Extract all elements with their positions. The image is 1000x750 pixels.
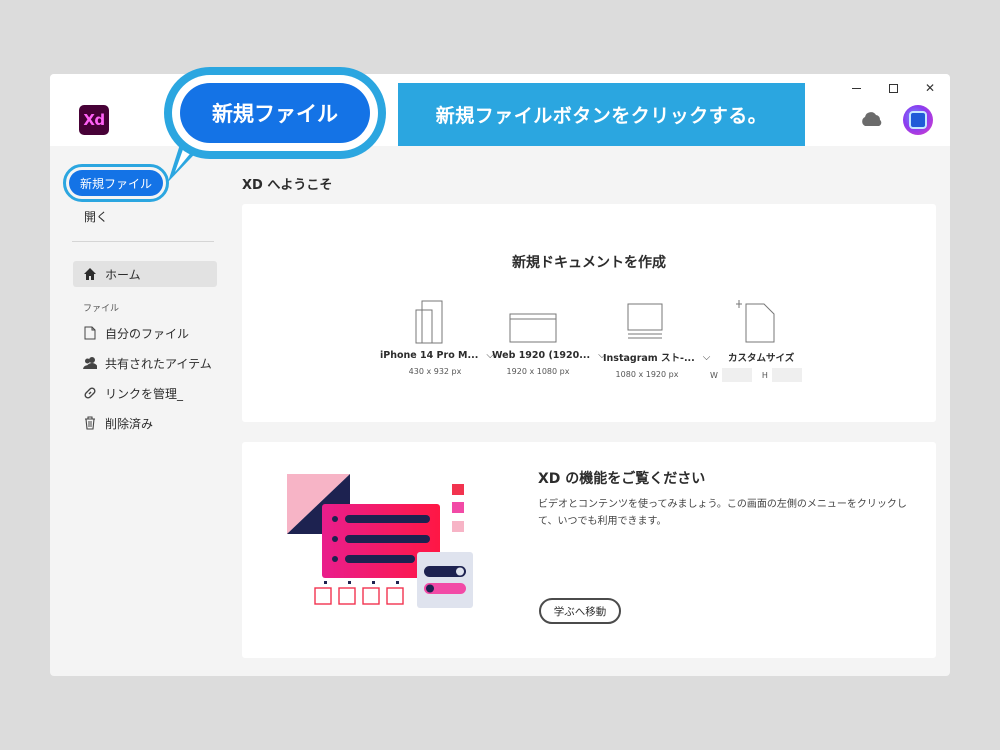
preset-iphone[interactable]: iPhone 14 Pro M... ⌵ 430 x 932 px: [380, 300, 494, 376]
story-icon: [627, 303, 663, 339]
preset-name: カスタムサイズ: [728, 353, 795, 364]
sidebar-item-label: 自分のファイル: [105, 326, 190, 341]
people-icon: [83, 356, 97, 370]
width-label: W: [710, 370, 718, 380]
xd-logo: Xd: [79, 105, 109, 135]
browser-icon: [509, 313, 557, 343]
close-button[interactable]: ✕: [919, 80, 941, 96]
custom-size-icon: [736, 300, 775, 343]
new-document-title: 新規ドキュメントを作成: [512, 255, 666, 271]
trash-icon: [83, 416, 97, 430]
avatar-image: [909, 111, 927, 129]
sidebar-item-label: リンクを管理_: [105, 386, 184, 401]
preset-instagram[interactable]: Instagram スト-... ⌵ 1080 x 1920 px: [603, 300, 713, 379]
preset-size: 1920 x 1080 px: [506, 367, 570, 376]
learn-title: XD の機能をご覧ください: [538, 471, 706, 487]
preset-custom[interactable]: カスタムサイズ W H: [710, 300, 830, 382]
sidebar-item-home[interactable]: ホーム: [73, 261, 217, 287]
sidebar-item-shared[interactable]: 共有されたアイテム: [83, 353, 212, 373]
callout-new-file-button: 新規ファイル: [180, 83, 370, 143]
sidebar-item-deleted[interactable]: 削除済み: [83, 413, 153, 433]
preset-name: Web 1920 (1920...: [492, 350, 591, 361]
height-input[interactable]: [771, 368, 802, 382]
preset-name: Instagram スト-...: [603, 353, 695, 364]
sidebar-item-my-files[interactable]: 自分のファイル: [83, 323, 189, 343]
page-title: XD へようこそ: [242, 178, 333, 193]
cloud-icon[interactable]: [860, 110, 884, 128]
preset-name: iPhone 14 Pro M...: [380, 350, 479, 361]
new-document-card: 新規ドキュメントを作成 iPhone 14 Pro M... ⌵ 430 x 93…: [242, 204, 936, 422]
link-icon: [83, 386, 97, 400]
sidebar-item-label: ホーム: [105, 267, 141, 282]
section-label-files: ファイル: [83, 304, 120, 314]
avatar[interactable]: [903, 105, 933, 135]
preset-web[interactable]: Web 1920 (1920... ⌵ 1920 x 1080 px: [492, 300, 606, 376]
new-file-button[interactable]: 新規ファイル: [69, 170, 163, 196]
sidebar-item-label: 削除済み: [105, 416, 154, 431]
learn-illustration: [287, 474, 473, 608]
go-to-learn-button[interactable]: 学ぶへ移動: [539, 598, 621, 624]
learn-card: XD の機能をご覧ください ビデオとコンテンツを使ってみましょう。この画面の左側…: [242, 442, 936, 658]
maximize-button[interactable]: [882, 80, 904, 96]
sidebar: 新規ファイル 開く ホーム ファイル 自分のファイル 共有されたアイテム リンク…: [50, 146, 230, 676]
sidebar-item-links[interactable]: リンクを管理_: [83, 383, 183, 403]
learn-description: ビデオとコンテンツを使ってみましょう。この画面の左側のメニューをクリックして、い…: [538, 499, 907, 527]
preset-size: 1080 x 1920 px: [615, 370, 679, 379]
sidebar-divider: [72, 241, 214, 242]
open-button[interactable]: 開く: [84, 208, 108, 225]
home-icon: [83, 267, 97, 281]
minimize-button[interactable]: [845, 80, 867, 96]
document-icon: [83, 326, 97, 340]
instruction-banner: 新規ファイルボタンをクリックする。: [398, 83, 805, 146]
phone-icon: [415, 300, 443, 344]
width-input[interactable]: [721, 368, 752, 382]
sidebar-item-label: 共有されたアイテム: [105, 356, 212, 371]
preset-size: 430 x 932 px: [408, 367, 462, 376]
height-label: H: [761, 370, 768, 380]
